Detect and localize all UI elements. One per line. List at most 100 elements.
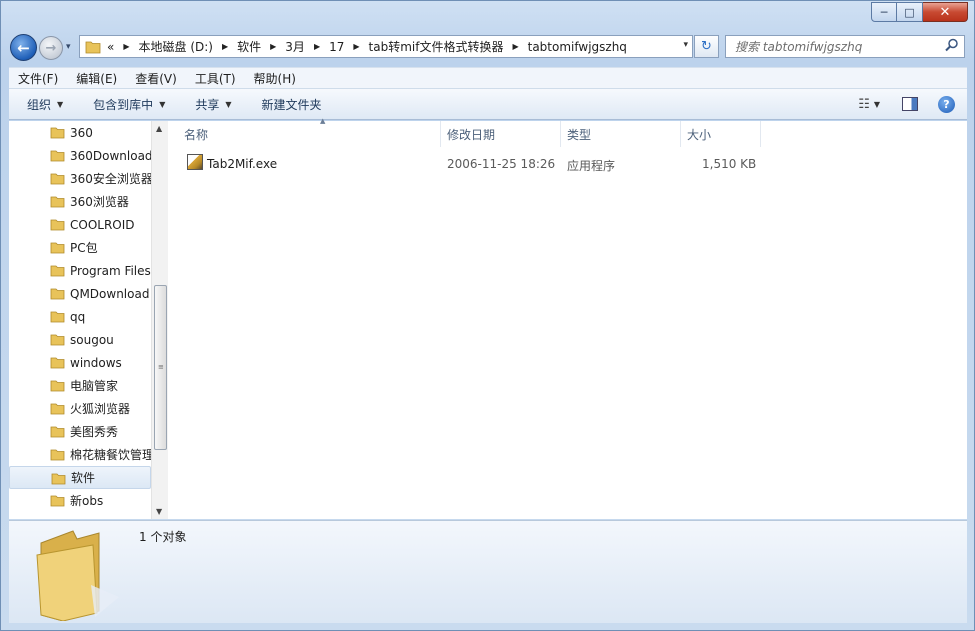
scroll-up-icon[interactable]: ▲ xyxy=(156,124,162,133)
column-header-type[interactable]: 类型 xyxy=(561,121,681,147)
scroll-down-icon[interactable]: ▼ xyxy=(156,507,162,516)
scrollbar-thumb[interactable]: ≡ xyxy=(154,285,167,450)
nav-folder-item[interactable]: 360Download xyxy=(9,144,151,167)
nav-folder-item[interactable]: 360浏览器 xyxy=(9,190,151,213)
new-folder-button[interactable]: 新建文件夹 xyxy=(262,96,322,113)
breadcrumb-item[interactable]: 本地磁盘 (D:) ▶ xyxy=(139,38,238,55)
chevron-right-icon[interactable]: ▶ xyxy=(270,42,276,51)
folder-icon xyxy=(50,150,65,162)
explorer-window: ─ □ ✕ ← → ▾ «▶ 本地磁盘 (D:) ▶ 软件 ▶ 3月 ▶ 17 ▶ ta… xyxy=(0,0,975,631)
column-header-name[interactable]: 名称 ▲ xyxy=(178,117,441,147)
nav-folder-item[interactable]: QMDownload xyxy=(9,282,151,305)
file-row[interactable]: Tab2Mif.exe 2006-11-25 18:26 应用程序 1,510 … xyxy=(168,154,808,174)
folder-icon xyxy=(36,530,119,621)
file-modified: 2006-11-25 18:26 xyxy=(447,157,556,171)
nav-folder-item[interactable]: PC包 xyxy=(9,236,151,259)
preview-pane-icon[interactable] xyxy=(902,97,918,111)
menu-view[interactable]: 查看(V) xyxy=(126,70,186,87)
nav-folder-item[interactable]: Program Files xyxy=(9,259,151,282)
organize-label: 组织 xyxy=(27,97,52,112)
nav-folder-item[interactable]: sougou xyxy=(9,328,151,351)
close-button[interactable]: ✕ xyxy=(923,2,968,22)
sort-ascending-icon: ▲ xyxy=(320,117,326,125)
file-type: 应用程序 xyxy=(567,159,616,173)
nav-folder-item[interactable]: 电脑管家 xyxy=(9,374,151,397)
nav-folder-label: qq xyxy=(70,309,86,324)
organize-button[interactable]: 组织 ▼ xyxy=(27,96,63,113)
folder-icon xyxy=(51,473,66,485)
folder-icon xyxy=(50,196,65,208)
application-icon xyxy=(187,154,203,170)
column-label: 修改日期 xyxy=(447,127,496,142)
nav-folder-item[interactable]: windows xyxy=(9,351,151,374)
menu-edit[interactable]: 编辑(E) xyxy=(67,70,126,87)
navigation-scrollbar[interactable]: ▲ ≡ ▼ xyxy=(151,121,168,519)
title-bar: ─ □ ✕ xyxy=(1,1,974,31)
nav-folder-label: QMDownload xyxy=(70,286,150,301)
folder-tree: 360 360Download 360安全浏览器 360浏览器 COOLROID PC包 P… xyxy=(9,121,151,512)
nav-folder-label: windows xyxy=(70,355,122,370)
chevron-right-icon[interactable]: ▶ xyxy=(222,42,228,51)
menu-help[interactable]: 帮助(H) xyxy=(245,70,305,87)
chevron-right-icon[interactable]: ▶ xyxy=(353,42,359,51)
menu-bar: 文件(F) 编辑(E) 查看(V) 工具(T) 帮助(H) xyxy=(9,67,967,88)
help-button[interactable]: ? xyxy=(938,95,955,113)
search-icon[interactable] xyxy=(945,38,959,52)
nav-folder-label: 360浏览器 xyxy=(70,195,129,209)
menu-file[interactable]: 文件(F) xyxy=(9,70,67,87)
nav-folder-item[interactable]: qq xyxy=(9,305,151,328)
nav-folder-item[interactable]: 棉花糖餐饮管理 xyxy=(9,443,151,466)
back-button[interactable]: ← xyxy=(10,34,37,61)
breadcrumb-item[interactable]: 软件 ▶ xyxy=(237,38,285,55)
breadcrumb-label: 本地磁盘 (D:) xyxy=(138,40,213,54)
nav-folder-item[interactable]: 软件 xyxy=(9,466,151,489)
minimize-button[interactable]: ─ xyxy=(871,2,897,22)
command-bar: 组织 ▼ 包含到库中 ▼ 共享 ▼ 新建文件夹 ☷ ▼ ? xyxy=(9,88,967,120)
item-count: 1 个对象 xyxy=(139,530,187,544)
view-options-icon[interactable]: ☷ xyxy=(858,97,870,112)
breadcrumb-label: 17 xyxy=(329,39,345,54)
overflow-label: « xyxy=(107,39,115,54)
forward-button[interactable]: → xyxy=(39,36,63,60)
folder-icon xyxy=(50,380,65,392)
breadcrumb-label: tab转mif文件格式转换器 xyxy=(368,40,504,54)
chevron-right-icon[interactable]: ▶ xyxy=(314,42,320,51)
address-overflow[interactable]: «▶ xyxy=(107,40,139,54)
nav-folder-label: 电脑管家 xyxy=(70,379,119,393)
menu-tools[interactable]: 工具(T) xyxy=(186,70,245,87)
breadcrumb-item[interactable]: 17 ▶ xyxy=(329,40,368,54)
nav-folder-item[interactable]: 360安全浏览器 xyxy=(9,167,151,190)
recent-pages-dropdown[interactable]: ▾ xyxy=(66,42,71,52)
nav-folder-label: 美图秀秀 xyxy=(70,425,119,439)
folder-icon xyxy=(50,242,65,254)
chevron-right-icon[interactable]: ▶ xyxy=(512,42,518,51)
nav-folder-item[interactable]: 新obs xyxy=(9,489,151,512)
search-box[interactable]: 搜索 tabtomifwjgszhq xyxy=(725,35,965,58)
nav-folder-item[interactable]: 360 xyxy=(9,121,151,144)
address-bar[interactable]: «▶ 本地磁盘 (D:) ▶ 软件 ▶ 3月 ▶ 17 ▶ tab转mif文件格式转换器… xyxy=(79,35,693,58)
address-dropdown-icon[interactable]: ▾ xyxy=(683,40,688,50)
column-header-size[interactable]: 大小 xyxy=(681,121,761,147)
chevron-down-icon: ▼ xyxy=(57,99,64,109)
refresh-button[interactable]: ↻ xyxy=(694,35,719,58)
breadcrumb-item[interactable]: 3月 ▶ xyxy=(285,38,329,55)
search-input[interactable]: 搜索 tabtomifwjgszhq xyxy=(735,38,940,55)
include-in-library-button[interactable]: 包含到库中 ▼ xyxy=(93,96,165,113)
column-header-modified[interactable]: 修改日期 xyxy=(441,121,561,147)
nav-folder-label: 新obs xyxy=(70,494,104,508)
maximize-button[interactable]: □ xyxy=(897,2,923,22)
chevron-down-icon[interactable]: ▼ xyxy=(874,100,880,109)
breadcrumb-item[interactable]: tabtomifwjgszhq xyxy=(528,40,627,54)
nav-folder-item[interactable]: COOLROID xyxy=(9,213,151,236)
nav-folder-item[interactable]: 火狐浏览器 xyxy=(9,397,151,420)
share-button[interactable]: 共享 ▼ xyxy=(195,96,231,113)
file-list: 名称 ▲ 修改日期 类型 大小 Tab2Mif.exe 2006-11-25 1… xyxy=(168,117,967,519)
breadcrumb-item[interactable]: tab转mif文件格式转换器 ▶ xyxy=(369,38,528,55)
toolbar-right: ☷ ▼ ? xyxy=(858,89,967,119)
chevron-right-icon: ▶ xyxy=(123,42,130,51)
chevron-down-icon: ▼ xyxy=(159,99,166,109)
folder-icon xyxy=(85,41,101,53)
nav-folder-item[interactable]: 美图秀秀 xyxy=(9,420,151,443)
file-name: Tab2Mif.exe xyxy=(207,157,278,171)
nav-folder-label: Program Files xyxy=(70,263,151,278)
